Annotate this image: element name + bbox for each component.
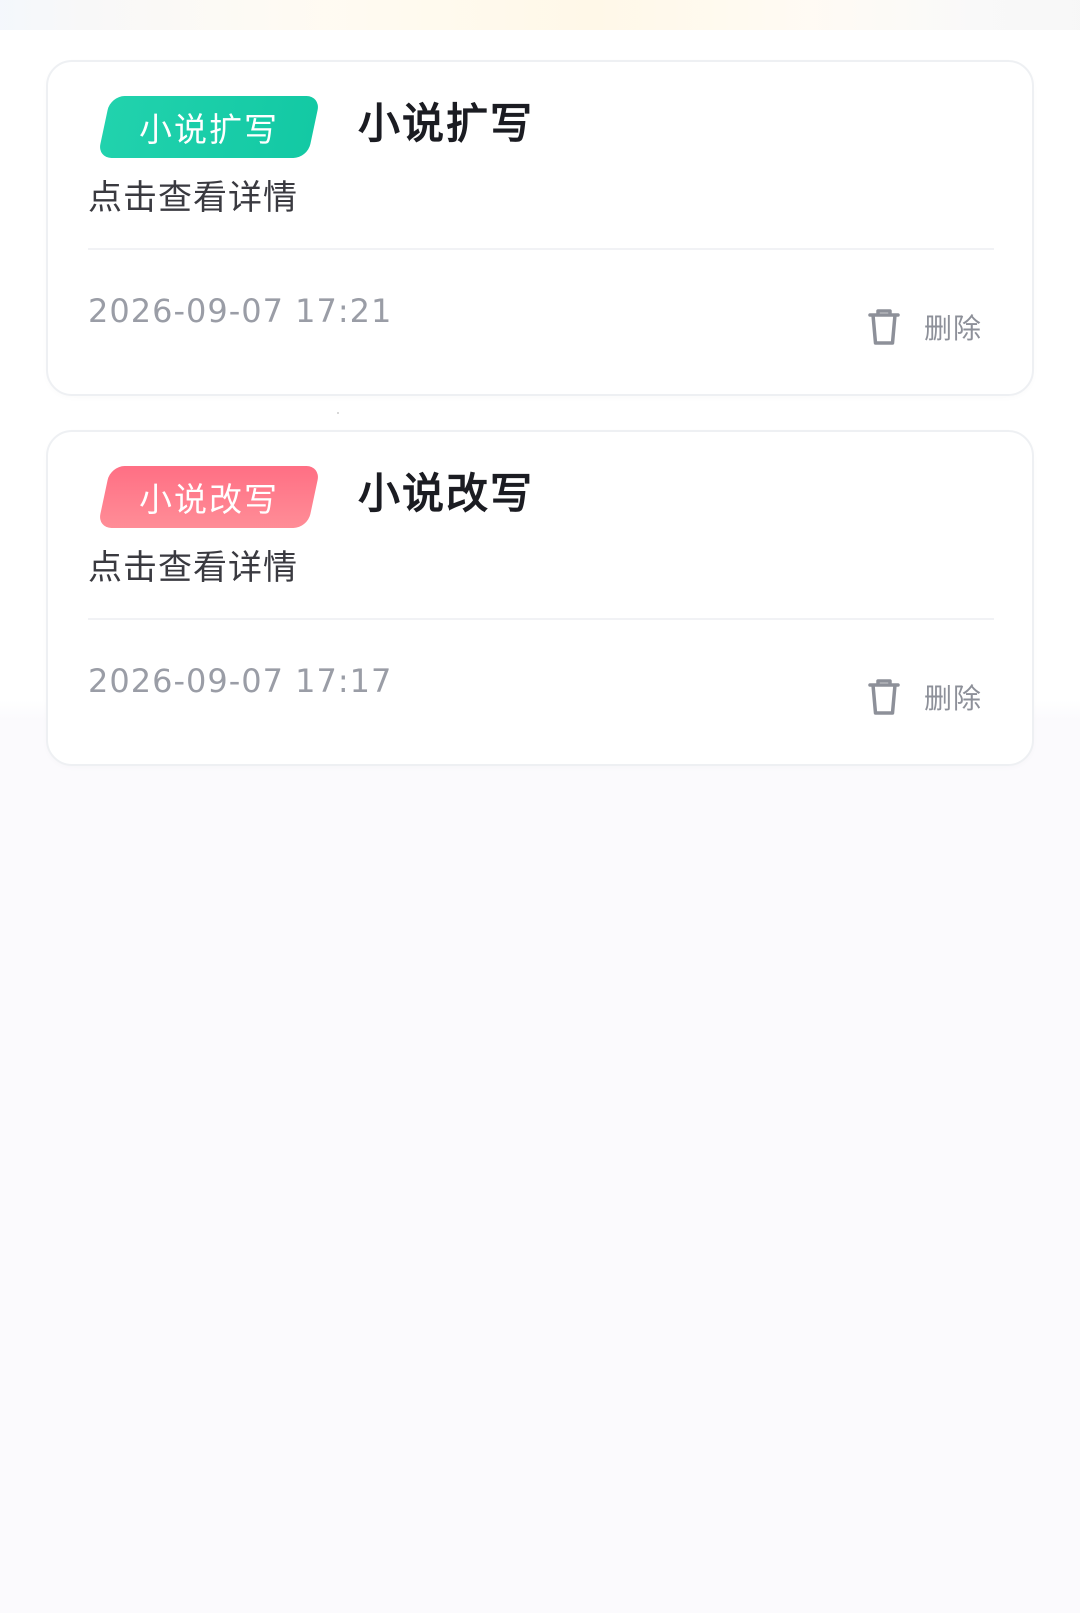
delete-button[interactable]: 删除: [862, 302, 982, 352]
trash-icon: [868, 679, 900, 715]
record-subtitle[interactable]: 点击查看详情: [88, 540, 298, 589]
category-tag-label: 小说扩写: [139, 110, 279, 149]
divider: [88, 618, 994, 620]
record-timestamp: 2026-09-07 17:17: [88, 662, 393, 700]
top-banner-strip: [0, 0, 1080, 30]
decorative-dot: [337, 412, 339, 414]
divider: [88, 248, 994, 250]
delete-button[interactable]: 删除: [862, 672, 982, 722]
record-subtitle[interactable]: 点击查看详情: [88, 170, 298, 219]
record-timestamp: 2026-09-07 17:21: [88, 292, 393, 330]
category-tag-label: 小说改写: [139, 480, 279, 519]
delete-label: 删除: [923, 682, 982, 715]
history-page: 小说扩写 小说扩写 点击查看详情 2026-09-07 17:21 删除 小说改…: [0, 0, 1080, 1613]
category-tag: 小说扩写: [97, 96, 321, 158]
trash-icon: [868, 309, 900, 345]
category-tag: 小说改写: [97, 466, 321, 528]
record-title: 小说改写: [358, 469, 535, 518]
record-title: 小说扩写: [358, 99, 535, 148]
record-card-rewrite[interactable]: 小说改写 小说改写 点击查看详情 2026-09-07 17:17 删除: [46, 430, 1034, 766]
delete-label: 删除: [923, 312, 982, 345]
record-card-expand[interactable]: 小说扩写 小说扩写 点击查看详情 2026-09-07 17:21 删除: [46, 60, 1034, 396]
